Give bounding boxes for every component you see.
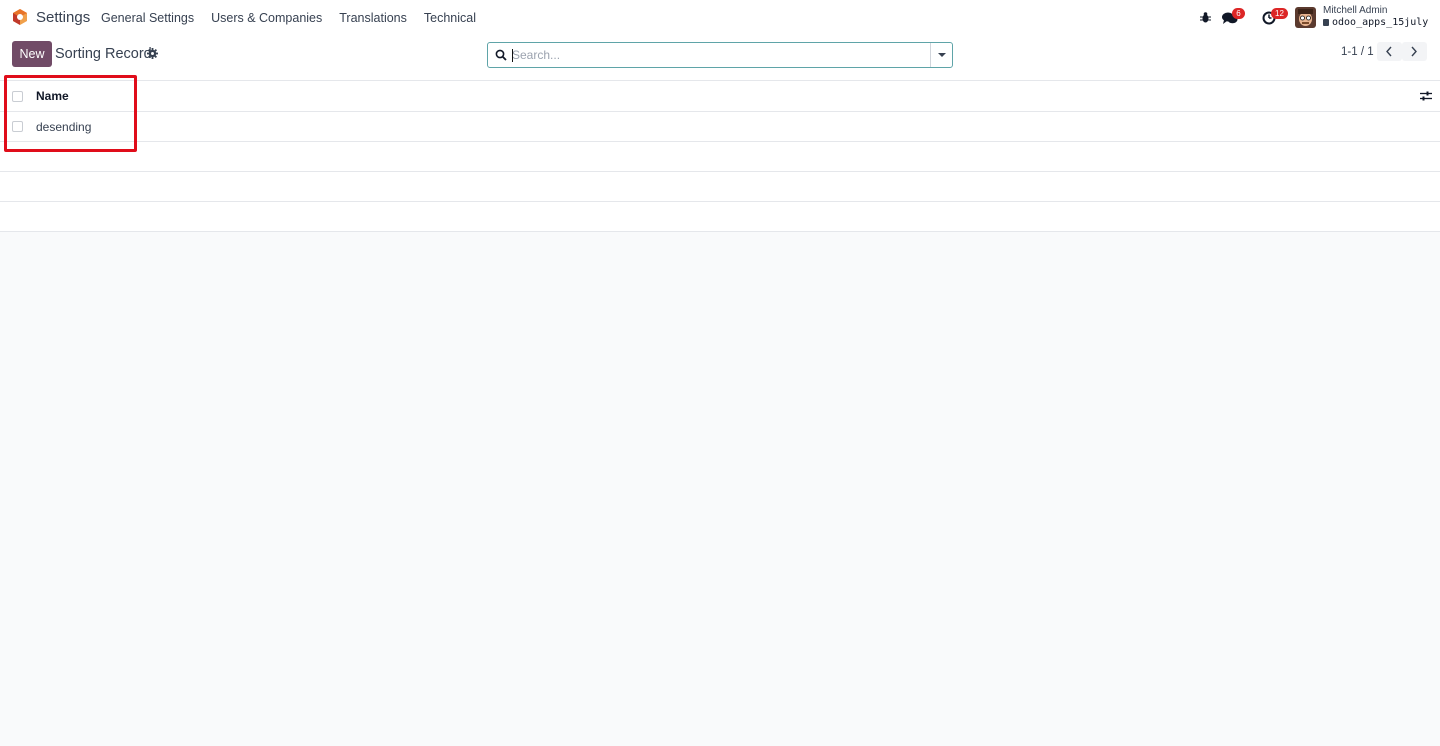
database-icon [1323, 19, 1329, 26]
gear-icon[interactable] [147, 48, 158, 59]
pager-next-button[interactable] [1402, 42, 1427, 61]
database-name: odoo_apps_15july [1323, 17, 1428, 28]
search-icon [495, 49, 507, 61]
top-navbar: Settings General Settings Users & Compan… [0, 0, 1440, 35]
optional-columns-icon[interactable] [1420, 90, 1432, 102]
list-view: Name desending [0, 80, 1440, 232]
chevron-right-icon [1411, 46, 1417, 57]
search-options-toggle[interactable] [930, 43, 952, 67]
chevron-left-icon [1386, 46, 1392, 57]
pager-value[interactable]: 1-1 / 1 [1341, 46, 1374, 58]
control-panel: New Sorting Record 1-1 / 1 [0, 35, 1440, 80]
table-header: Name [0, 80, 1440, 112]
odoo-app-logo-icon[interactable] [11, 8, 29, 26]
breadcrumb: Sorting Record [55, 46, 152, 62]
bug-icon[interactable] [1199, 11, 1212, 24]
menu-users-companies[interactable]: Users & Companies [211, 11, 322, 25]
text-cursor [512, 49, 513, 62]
user-avatar[interactable] [1295, 7, 1316, 28]
menu-general-settings[interactable]: General Settings [101, 11, 194, 25]
empty-row [0, 202, 1440, 232]
new-button[interactable]: New [12, 41, 52, 67]
main-menu: General Settings Users & Companies Trans… [101, 11, 493, 25]
pager-previous-button[interactable] [1377, 42, 1402, 61]
empty-row [0, 172, 1440, 202]
activity-count-badge: 12 [1271, 8, 1288, 19]
menu-technical[interactable]: Technical [424, 11, 476, 25]
search-input[interactable] [512, 46, 912, 64]
user-name[interactable]: Mitchell Admin [1323, 5, 1387, 16]
empty-row [0, 142, 1440, 172]
app-name[interactable]: Settings [36, 9, 90, 26]
database-label: odoo_apps_15july [1332, 17, 1429, 28]
highlight-annotation [4, 75, 137, 152]
menu-translations[interactable]: Translations [339, 11, 407, 25]
table-row[interactable]: desending [0, 112, 1440, 142]
chat-count-badge: 6 [1232, 8, 1245, 19]
search-bar [487, 42, 953, 68]
